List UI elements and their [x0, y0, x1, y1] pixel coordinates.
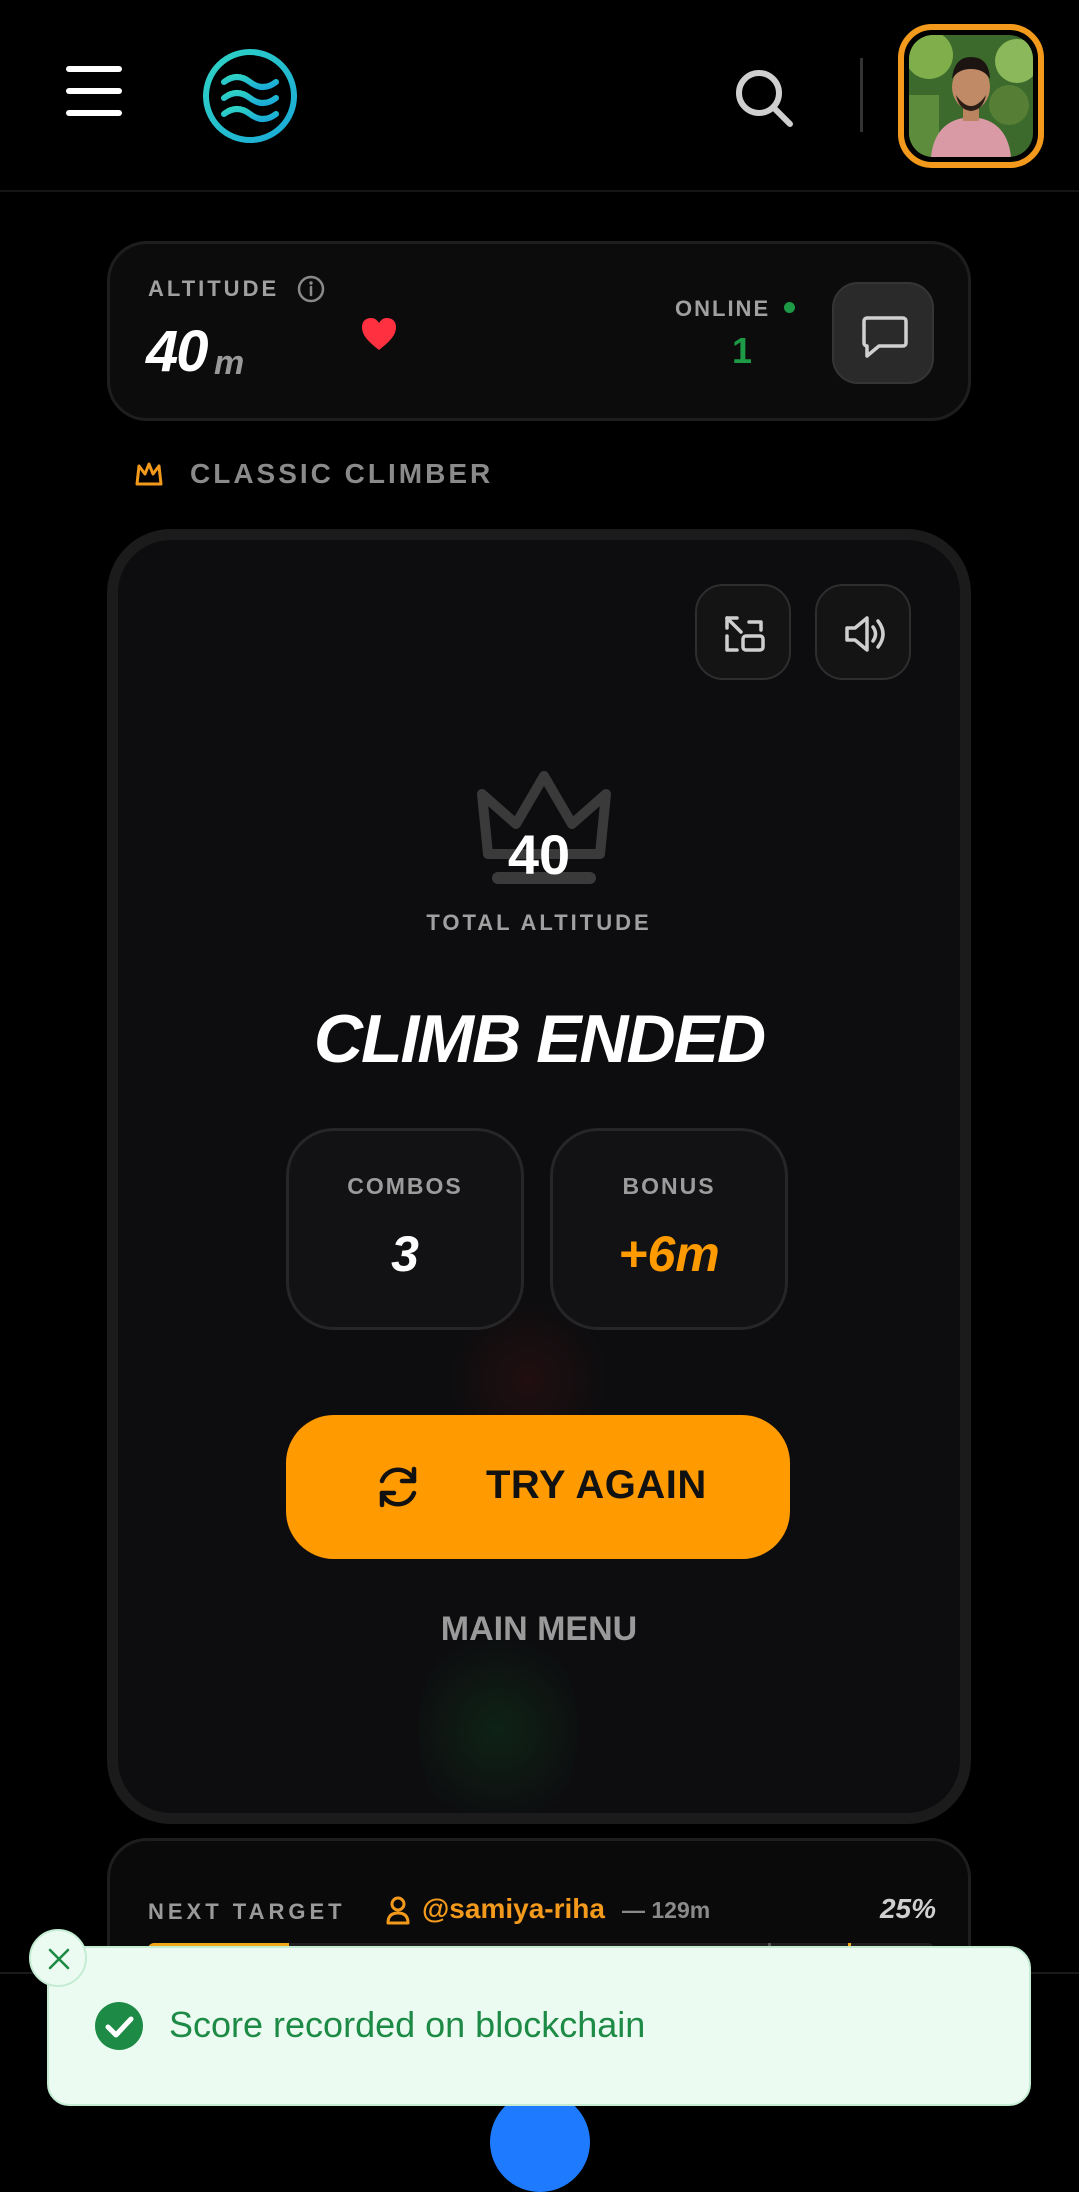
- top-bar: [0, 0, 1079, 192]
- info-icon[interactable]: [296, 274, 326, 304]
- check-circle-icon: [93, 2000, 145, 2052]
- try-again-button[interactable]: TRY AGAIN: [286, 1415, 790, 1559]
- search-icon[interactable]: [732, 66, 796, 130]
- toast-notification: Score recorded on blockchain: [47, 1946, 1031, 2106]
- switch-view-icon: [725, 616, 765, 652]
- total-altitude-value: 40: [507, 823, 571, 886]
- bonus-label: BONUS: [622, 1173, 716, 1199]
- nav-center-button[interactable]: [490, 2092, 590, 2192]
- online-status-dot: [784, 302, 795, 313]
- climb-ended-title: CLIMB ENDED: [313, 1001, 766, 1077]
- combos-stat: COMBOS 3: [286, 1128, 524, 1330]
- altitude-unit: m: [214, 344, 245, 382]
- target-username[interactable]: @samiya-riha: [422, 1893, 605, 1925]
- combos-label: COMBOS: [347, 1173, 463, 1199]
- game-mode-label: CLASSIC CLIMBER: [190, 458, 494, 489]
- header-divider: [860, 58, 863, 132]
- switch-view-button[interactable]: [695, 584, 791, 680]
- bonus-value: +6m: [618, 1226, 720, 1282]
- total-altitude-label: TOTAL ALTITUDE: [426, 910, 652, 935]
- speaker-icon: [845, 616, 885, 652]
- chat-button[interactable]: [832, 282, 934, 384]
- game-over-card: 40 TOTAL ALTITUDE CLIMB ENDED COMBOS 3 B…: [107, 529, 971, 1824]
- online-count: 1: [731, 330, 753, 371]
- try-again-label: TRY AGAIN: [486, 1463, 707, 1507]
- crown-outline-icon: [133, 458, 165, 490]
- toast-close-button[interactable]: [29, 1929, 87, 1987]
- chat-icon: [862, 316, 908, 358]
- stats-card: ALTITUDE 40 m ONLINE 1: [107, 241, 971, 421]
- online-label: ONLINE: [675, 296, 771, 321]
- heart-icon: [360, 316, 398, 352]
- avatar-photo: [909, 35, 1033, 157]
- background-glow-green: [418, 1620, 578, 1813]
- avatar[interactable]: [898, 24, 1044, 168]
- sound-toggle-button[interactable]: [815, 584, 911, 680]
- target-distance: — 129m: [622, 1897, 711, 1923]
- refresh-icon: [379, 1466, 417, 1508]
- combos-value: 3: [391, 1226, 419, 1282]
- main-menu-link[interactable]: MAIN MENU: [118, 1610, 960, 1649]
- next-target-label: NEXT TARGET: [148, 1899, 346, 1924]
- toast-message: Score recorded on blockchain: [169, 2004, 646, 2045]
- user-icon: [384, 1895, 412, 1925]
- bonus-stat: BONUS +6m: [550, 1128, 788, 1330]
- hamburger-menu-icon[interactable]: [66, 66, 122, 116]
- altitude-label: ALTITUDE: [148, 276, 280, 301]
- close-icon: [48, 1948, 70, 1970]
- altitude-value: 40: [146, 319, 208, 384]
- target-percent: 25%: [879, 1893, 936, 1924]
- waves-logo-icon[interactable]: [200, 46, 300, 146]
